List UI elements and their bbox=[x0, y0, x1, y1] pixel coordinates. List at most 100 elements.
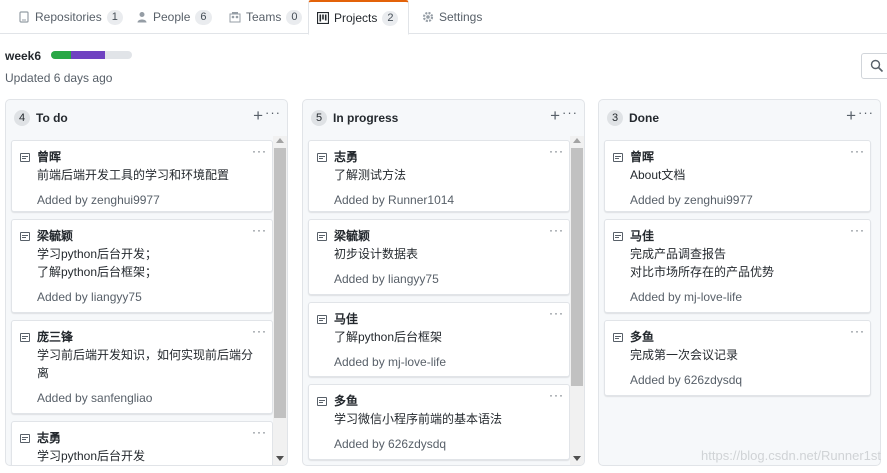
scroll-down-arrow-icon[interactable] bbox=[276, 456, 284, 461]
repo-icon bbox=[18, 11, 30, 23]
tab-count: 1 bbox=[106, 9, 123, 25]
scroll-down-arrow-icon[interactable] bbox=[573, 456, 581, 461]
scroll-up-arrow-icon[interactable] bbox=[573, 138, 581, 143]
card-menu-icon[interactable]: ··· bbox=[549, 144, 564, 158]
project-card[interactable]: 庞三锋 学习前后端开发知识，如何实现前后端分 离 ··· Added by sa… bbox=[11, 320, 273, 414]
card-menu-icon[interactable]: ··· bbox=[549, 223, 564, 237]
card-note: 曾晖 前端后端开发工具的学习和环境配置 bbox=[37, 148, 256, 184]
tab-teams[interactable]: Teams 0 bbox=[221, 0, 310, 34]
card-line: 前端后端开发工具的学习和环境配置 bbox=[37, 168, 230, 182]
card-menu-icon[interactable]: ··· bbox=[252, 425, 267, 439]
tab-settings[interactable]: Settings bbox=[414, 0, 490, 34]
card-menu-icon[interactable]: ··· bbox=[549, 306, 564, 320]
scrollbar-thumb[interactable] bbox=[571, 148, 583, 386]
card-added-by: Added by 626zdysdq bbox=[630, 373, 743, 387]
card-note: 多鱼 学习微信小程序前端的基本语法 bbox=[334, 392, 553, 428]
card-added-by: Added by mj-love-life bbox=[630, 290, 743, 304]
scroll-up-arrow-icon[interactable] bbox=[276, 138, 284, 143]
project-card[interactable]: 梁毓颖 初步设计数据表 ··· Added by liangyy75 bbox=[308, 219, 570, 295]
card-list: 志勇 了解测试方法 ··· Added by Runner1014 梁毓颖 初步… bbox=[308, 136, 584, 465]
tab-label: Settings bbox=[439, 10, 483, 24]
card-line: 了解测试方法 bbox=[334, 168, 407, 182]
tab-label: Projects bbox=[334, 11, 378, 25]
card-line: About文档 bbox=[630, 168, 686, 182]
card-menu-icon[interactable]: ··· bbox=[252, 223, 267, 237]
note-icon bbox=[317, 232, 327, 241]
add-card-icon[interactable]: + bbox=[550, 106, 560, 126]
card-line: 学习前后端开发知识，如何实现前后端分 bbox=[37, 348, 254, 362]
card-title: 庞三锋 bbox=[37, 330, 74, 344]
card-list: 曾晖 About文档 ··· Added by zenghui9977 马佳 完… bbox=[604, 136, 880, 465]
project-card[interactable]: 曾晖 About文档 ··· Added by zenghui9977 bbox=[604, 140, 871, 212]
progress-done-segment bbox=[51, 51, 72, 59]
progress-in-progress-segment bbox=[71, 51, 106, 59]
card-menu-icon[interactable]: ··· bbox=[549, 388, 564, 402]
tab-people[interactable]: People 6 bbox=[128, 0, 220, 34]
tab-label: Repositories bbox=[35, 10, 102, 24]
card-title: 曾晖 bbox=[37, 150, 62, 164]
add-card-icon[interactable]: + bbox=[253, 106, 263, 126]
card-line: 离 bbox=[37, 366, 50, 380]
card-menu-icon[interactable]: ··· bbox=[850, 144, 865, 158]
tab-nav: Repositories 1 People 6 Teams 0 Projects… bbox=[0, 0, 887, 35]
column-card-count: 4 bbox=[14, 110, 30, 126]
project-card[interactable]: 多鱼 完成第一次会议记录 ··· Added by 626zdysdq bbox=[604, 320, 871, 396]
card-added-by: Added by Runner1014 bbox=[334, 193, 455, 207]
card-menu-icon[interactable]: ··· bbox=[252, 324, 267, 338]
project-card[interactable]: 多鱼 学习微信小程序前端的基本语法 ··· Added by 626zdysdq bbox=[308, 384, 570, 460]
project-progress-bar bbox=[51, 51, 132, 59]
column-menu-icon[interactable]: ··· bbox=[562, 105, 578, 120]
column-menu-icon[interactable]: ··· bbox=[858, 105, 874, 120]
project-card[interactable]: 志勇 学习python后台开发 ··· bbox=[11, 421, 273, 465]
column-name: Done bbox=[629, 111, 659, 125]
card-line: 完成产品调查报告 bbox=[630, 247, 727, 261]
card-note: 梁毓颖 初步设计数据表 bbox=[334, 227, 553, 263]
card-line: 初步设计数据表 bbox=[334, 247, 419, 261]
project-card[interactable]: 梁毓颖 学习python后台开发； 了解python后台框架； ··· Adde… bbox=[11, 219, 273, 313]
card-note: 马佳 完成产品调查报告 对比市场所存在的产品优势 bbox=[630, 227, 854, 281]
card-added-by: Added by sanfengliao bbox=[37, 391, 153, 405]
card-added-by: Added by mj-love-life bbox=[334, 355, 447, 369]
card-line: 学习python后台开发； bbox=[37, 247, 158, 261]
card-menu-icon[interactable]: ··· bbox=[252, 144, 267, 158]
tab-count: 0 bbox=[286, 9, 303, 25]
tab-repositories[interactable]: Repositories 1 bbox=[10, 0, 131, 34]
column-scrollbar[interactable] bbox=[570, 136, 584, 465]
project-card[interactable]: 马佳 了解python后台框架 ··· Added by mj-love-lif… bbox=[308, 302, 570, 377]
tab-label: Teams bbox=[246, 10, 282, 24]
column-name: In progress bbox=[333, 111, 399, 125]
column-menu-icon[interactable]: ··· bbox=[265, 105, 281, 120]
scrollbar-thumb[interactable] bbox=[274, 148, 286, 418]
project-card[interactable]: 志勇 了解测试方法 ··· Added by Runner1014 bbox=[308, 140, 570, 212]
note-icon bbox=[20, 232, 30, 241]
tab-projects[interactable]: Projects 2 bbox=[308, 0, 409, 35]
card-title: 梁毓颖 bbox=[37, 229, 74, 243]
card-menu-icon[interactable]: ··· bbox=[850, 223, 865, 237]
card-list: 曾晖 前端后端开发工具的学习和环境配置 ··· Added by zenghui… bbox=[11, 136, 287, 465]
card-title: 多鱼 bbox=[630, 330, 655, 344]
card-added-by: Added by zenghui9977 bbox=[37, 193, 160, 207]
project-card[interactable]: 曾晖 前端后端开发工具的学习和环境配置 ··· Added by zenghui… bbox=[11, 140, 273, 212]
note-icon bbox=[317, 153, 327, 162]
column-scrollbar[interactable] bbox=[273, 136, 287, 465]
card-title: 志勇 bbox=[37, 431, 62, 445]
card-title: 曾晖 bbox=[630, 150, 655, 164]
card-line: 了解python后台框架 bbox=[334, 330, 443, 344]
column-header: 3 Done + ··· bbox=[599, 100, 880, 136]
filter-cards-button[interactable] bbox=[861, 53, 887, 79]
card-title: 志勇 bbox=[334, 150, 359, 164]
note-icon bbox=[613, 232, 623, 241]
card-menu-icon[interactable]: ··· bbox=[850, 324, 865, 338]
project-card[interactable]: 马佳 完成产品调查报告 对比市场所存在的产品优势 ··· Added by mj… bbox=[604, 219, 871, 313]
search-icon bbox=[870, 59, 884, 73]
watermark: https://blog.csdn.net/Runner1st bbox=[701, 448, 881, 463]
note-icon bbox=[317, 315, 327, 324]
note-icon bbox=[317, 397, 327, 406]
tab-count: 2 bbox=[382, 10, 399, 26]
column-name: To do bbox=[36, 111, 68, 125]
add-card-icon[interactable]: + bbox=[846, 106, 856, 126]
card-note: 梁毓颖 学习python后台开发； 了解python后台框架； bbox=[37, 227, 256, 281]
gear-icon bbox=[422, 11, 434, 23]
card-note: 曾晖 About文档 bbox=[630, 148, 854, 184]
card-note: 志勇 学习python后台开发 bbox=[37, 429, 256, 465]
